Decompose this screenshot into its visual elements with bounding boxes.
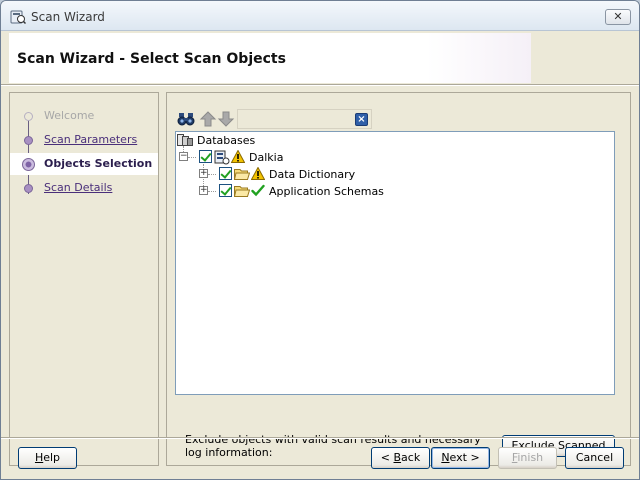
collapse-icon[interactable]: − xyxy=(179,152,188,161)
database-instance-icon xyxy=(214,150,230,165)
folder-icon xyxy=(234,186,250,197)
tree-node-label: Application Schemas xyxy=(269,185,384,198)
warning-icon xyxy=(251,167,265,180)
tree-node-label: Dalkia xyxy=(249,151,284,164)
application-schemas-checkbox[interactable] xyxy=(219,184,232,197)
data-dictionary-checkbox[interactable] xyxy=(219,167,232,180)
back-mnemonic: B xyxy=(393,451,402,464)
step-label: Welcome xyxy=(44,109,95,122)
step-dot-icon xyxy=(24,112,33,121)
objects-tree[interactable]: Databases − Dalkia + Data Dictionary + A… xyxy=(175,131,615,395)
tree-node-label: Databases xyxy=(197,134,256,147)
header-divider xyxy=(1,84,639,86)
folder-icon xyxy=(234,169,250,180)
cancel-button[interactable]: Cancel xyxy=(565,447,624,469)
page-title: Scan Wizard - Select Scan Objects xyxy=(17,51,286,67)
objects-panel: × Databases − Dalkia + Data Dictionary +… xyxy=(166,92,631,466)
next-label: ext > xyxy=(449,451,480,464)
wizard-header: Scan Wizard - Select Scan Objects xyxy=(9,33,531,83)
help-label: elp xyxy=(43,451,61,464)
footer-divider xyxy=(1,437,639,439)
tree-node-label: Data Dictionary xyxy=(269,168,356,181)
arrow-down-icon[interactable] xyxy=(217,110,235,128)
step-dot-icon xyxy=(24,136,33,145)
step-current-icon xyxy=(22,158,35,171)
close-button[interactable]: ✕ xyxy=(605,9,631,25)
window-title: Scan Wizard xyxy=(31,10,105,24)
finish-button[interactable]: Finish xyxy=(498,447,557,469)
tree-node-data-dictionary[interactable]: + Data Dictionary xyxy=(176,166,436,182)
warning-icon xyxy=(231,150,245,163)
next-mnemonic: N xyxy=(441,451,450,464)
step-welcome: Welcome xyxy=(10,105,158,127)
next-button[interactable]: Next > xyxy=(431,447,490,469)
clear-filter-icon[interactable]: × xyxy=(355,113,368,126)
back-button[interactable]: < Back xyxy=(371,447,430,469)
close-icon: ✕ xyxy=(613,10,623,23)
step-label: Objects Selection xyxy=(44,157,153,170)
expand-icon[interactable]: + xyxy=(199,186,208,195)
back-prefix: < xyxy=(380,451,394,464)
database-icon xyxy=(177,134,193,146)
step-scan-parameters[interactable]: Scan Parameters xyxy=(10,129,158,151)
arrow-up-icon[interactable] xyxy=(199,110,217,128)
step-scan-details[interactable]: Scan Details xyxy=(10,177,158,199)
checkmark-icon xyxy=(251,184,265,197)
step-dot-icon xyxy=(24,184,33,193)
help-mnemonic: H xyxy=(34,451,44,464)
tree-toolbar: × xyxy=(177,109,372,129)
app-icon xyxy=(10,10,26,25)
tree-node-application-schemas[interactable]: + Application Schemas xyxy=(176,183,436,199)
client-area: Scan Wizard - Select Scan Objects Welcom… xyxy=(1,31,639,479)
scan-wizard-window: Scan Wizard ✕ Scan Wizard - Select Scan … xyxy=(0,0,640,480)
finish-label: inish xyxy=(517,451,544,464)
steps-panel: Welcome Scan Parameters Objects Selectio… xyxy=(9,92,159,466)
filter-input[interactable]: × xyxy=(237,109,372,129)
expand-icon[interactable]: + xyxy=(199,169,208,178)
step-link[interactable]: Scan Details xyxy=(44,181,112,194)
tree-node-dalkia[interactable]: − Dalkia xyxy=(176,149,376,165)
back-label: ack xyxy=(401,451,421,464)
dalkia-checkbox[interactable] xyxy=(199,150,212,163)
tree-node-databases[interactable]: Databases xyxy=(176,132,376,148)
binoculars-icon[interactable] xyxy=(177,110,195,128)
step-objects-selection: Objects Selection xyxy=(10,153,158,175)
help-button[interactable]: Help xyxy=(18,447,77,469)
title-bar: Scan Wizard ✕ xyxy=(1,1,639,31)
step-link[interactable]: Scan Parameters xyxy=(44,133,137,146)
